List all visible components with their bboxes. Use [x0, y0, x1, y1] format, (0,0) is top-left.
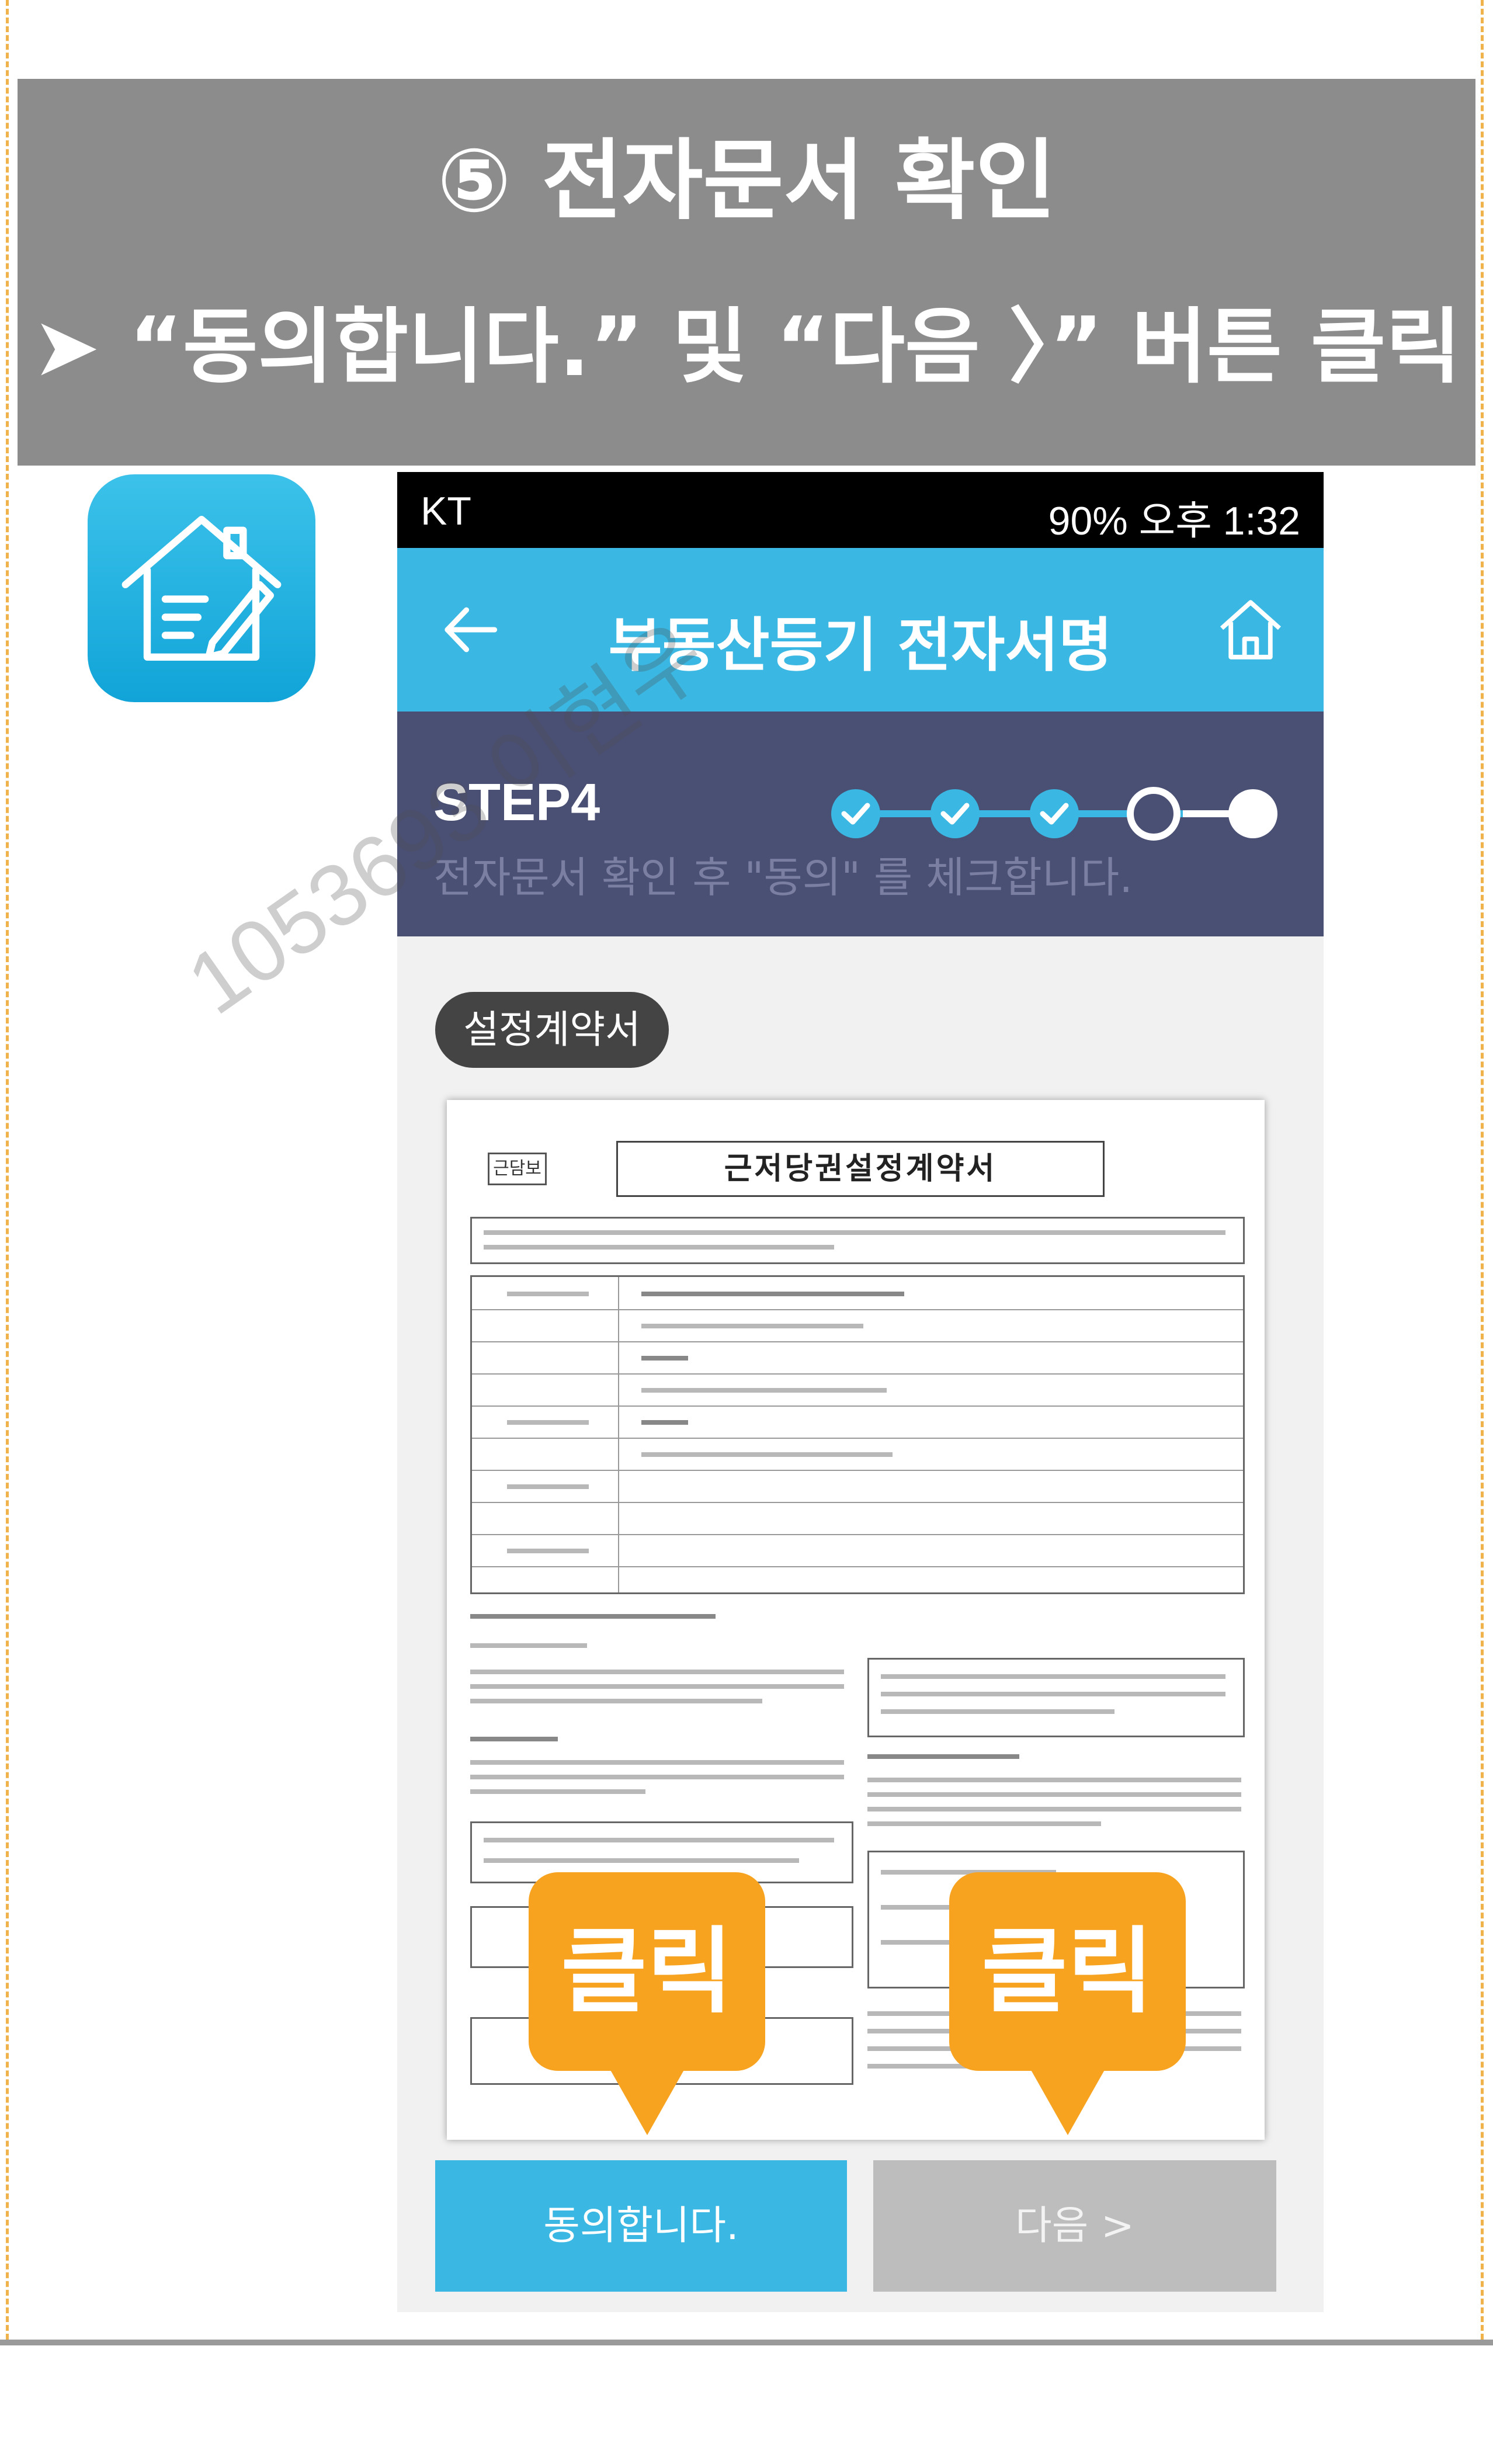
banner-subtitle: ➤ “동의합니다.” 및 “다음 〉” 버튼 클릭 [32, 300, 1461, 395]
document-notice-box [470, 1217, 1245, 1264]
status-right-text: 90% 오후 1:32 [1048, 499, 1300, 543]
document-type-label: 근담보 [488, 1153, 547, 1185]
step-5-pending-icon [1228, 789, 1277, 838]
carrier-label: KT [421, 489, 471, 533]
house-document-pen-icon [88, 474, 315, 702]
document-side-box [867, 1658, 1245, 1737]
banner-title: ⑤ 전자문서 확인 [437, 130, 1056, 232]
next-button[interactable]: 다음 > [873, 2160, 1276, 2292]
step-description: 전자문서 확인 후 "동의" 를 체크합니다. [433, 853, 1133, 902]
agree-button[interactable]: 동의합니다. [435, 2160, 847, 2292]
home-icon[interactable] [1213, 592, 1289, 668]
document-parties-table [470, 1275, 1245, 1594]
step-progress-indicator [831, 787, 1277, 841]
step-1-done-icon [831, 789, 880, 838]
click-callout-agree: 클릭 [529, 1872, 765, 2135]
bottom-divider [0, 2340, 1493, 2345]
step-3-done-icon [1030, 789, 1079, 838]
document-title: 근저당권설정계약서 [616, 1141, 1105, 1197]
step-4-current-icon [1127, 787, 1180, 841]
step-2-done-icon [930, 789, 980, 838]
click-callout-next: 클릭 [949, 1872, 1186, 2135]
document-tag: 설정계약서 [435, 992, 669, 1068]
instruction-banner: ⑤ 전자문서 확인 ➤ “동의합니다.” 및 “다음 〉” 버튼 클릭 [18, 79, 1475, 466]
status-bar: KT 90% 오후 1:32 [397, 472, 1324, 548]
